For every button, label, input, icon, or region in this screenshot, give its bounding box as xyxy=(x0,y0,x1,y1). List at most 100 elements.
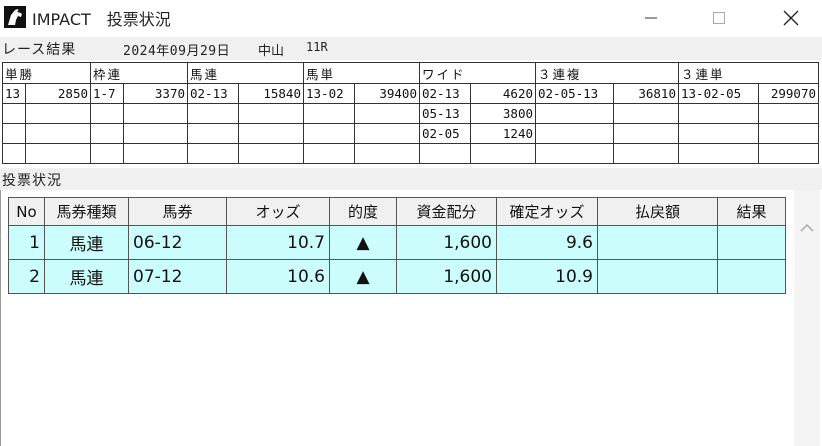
vote-odds: 10.6 xyxy=(226,259,330,294)
column-header-bet-type[interactable]: 馬券種類 xyxy=(44,197,129,226)
result-cell: 1240 xyxy=(470,123,536,144)
result-cell xyxy=(238,103,304,124)
result-cell xyxy=(535,143,614,164)
vote-payout xyxy=(597,225,718,260)
result-cell xyxy=(187,103,239,124)
result-cell xyxy=(354,103,420,124)
result-cell: 02-13 xyxy=(187,83,239,104)
column-header-payout[interactable]: 払戻額 xyxy=(597,197,718,226)
result-cell xyxy=(678,123,759,144)
title-bar[interactable]: IMPACT 投票状況 xyxy=(0,0,822,36)
result-cell xyxy=(535,103,614,124)
column-header-accuracy[interactable]: 的度 xyxy=(329,197,397,226)
result-cell xyxy=(535,123,614,144)
race-result-header: レース結果 2024年09月29日 中山 11R xyxy=(0,37,822,60)
result-cell xyxy=(123,103,188,124)
window-title: IMPACT 投票状況 xyxy=(32,10,171,29)
column-header-final-odds[interactable]: 確定オッズ xyxy=(496,197,598,226)
chevron-up-icon xyxy=(800,223,814,232)
result-cell xyxy=(303,143,355,164)
result-cell: 3800 xyxy=(470,103,536,124)
vote-status-label: 投票状況 xyxy=(2,173,62,189)
vote-no: 1 xyxy=(8,225,45,260)
scroll-up-button[interactable] xyxy=(799,218,815,232)
result-cell: 13 xyxy=(2,83,26,104)
minimize-icon xyxy=(645,17,657,19)
result-cell xyxy=(303,123,355,144)
result-cell xyxy=(187,123,239,144)
minimize-button[interactable] xyxy=(628,0,674,36)
result-header-row: 単勝 枠連 馬連 馬単 ワイド ３連複 ３連単 xyxy=(2,62,819,84)
result-cell: 1-7 xyxy=(90,83,124,104)
result-cell xyxy=(25,143,91,164)
race-result-table: 単勝 枠連 馬連 馬単 ワイド ３連複 ３連単 13 2850 1-7 3370… xyxy=(2,62,819,164)
column-header-allocation[interactable]: 資金配分 xyxy=(396,197,497,226)
result-cell: 36810 xyxy=(613,83,679,104)
table-row[interactable]: 2 馬連 07-12 10.6 ▲ 1,600 10.9 xyxy=(8,259,786,294)
result-cell: 15840 xyxy=(238,83,304,104)
result-cell: 3370 xyxy=(123,83,188,104)
result-cell xyxy=(613,123,679,144)
race-date: 2024年09月29日 xyxy=(123,44,231,59)
vote-final-odds: 10.9 xyxy=(496,259,598,294)
vote-bet-type: 馬連 xyxy=(44,225,129,260)
maximize-button[interactable] xyxy=(696,0,742,36)
horse-head-icon xyxy=(4,6,26,28)
vote-final-odds: 9.6 xyxy=(496,225,598,260)
vote-no: 2 xyxy=(8,259,45,294)
bet-type-wide: ワイド xyxy=(419,62,536,84)
result-cell: 13-02 xyxy=(303,83,355,104)
vote-result xyxy=(717,259,786,294)
vote-allocation: 1,600 xyxy=(396,225,497,260)
column-header-odds[interactable]: オッズ xyxy=(226,197,330,226)
result-cell: 13-02-05 xyxy=(678,83,759,104)
result-cell xyxy=(613,103,679,124)
bet-type-umaren: 馬連 xyxy=(187,62,304,84)
vote-bet-type: 馬連 xyxy=(44,259,129,294)
result-cell: 39400 xyxy=(354,83,420,104)
vote-status-header: 投票状況 xyxy=(0,168,822,190)
result-cell: 02-13 xyxy=(419,83,471,104)
result-cell xyxy=(758,123,819,144)
close-button[interactable] xyxy=(768,0,814,36)
bet-type-tansho: 単勝 xyxy=(2,62,91,84)
result-cell xyxy=(25,123,91,144)
result-cell xyxy=(2,123,26,144)
result-cell xyxy=(25,103,91,124)
vote-ticket: 07-12 xyxy=(128,259,227,294)
result-cell xyxy=(758,103,819,124)
vote-odds: 10.7 xyxy=(226,225,330,260)
column-header-result[interactable]: 結果 xyxy=(717,197,786,226)
result-cell xyxy=(354,143,420,164)
result-cell xyxy=(678,143,759,164)
result-cell: 05-13 xyxy=(419,103,471,124)
result-cell xyxy=(613,143,679,164)
vote-status-table: No 馬券種類 馬券 オッズ 的度 資金配分 確定オッズ 払戻額 結果 1 馬連… xyxy=(8,197,786,294)
result-cell xyxy=(90,143,124,164)
vote-result xyxy=(717,225,786,260)
column-header-no[interactable]: No xyxy=(8,197,45,226)
result-row: 02-05 1240 xyxy=(2,123,819,144)
result-cell xyxy=(123,123,188,144)
vote-allocation: 1,600 xyxy=(396,259,497,294)
result-row: 13 2850 1-7 3370 02-13 15840 13-02 39400… xyxy=(2,83,819,104)
result-cell: 4620 xyxy=(470,83,536,104)
result-cell xyxy=(90,123,124,144)
result-cell xyxy=(187,143,239,164)
vote-header-row: No 馬券種類 馬券 オッズ 的度 資金配分 確定オッズ 払戻額 結果 xyxy=(8,197,786,226)
result-cell xyxy=(238,123,304,144)
vote-ticket: 06-12 xyxy=(128,225,227,260)
race-number: 11R xyxy=(306,40,328,54)
table-row[interactable]: 1 馬連 06-12 10.7 ▲ 1,600 9.6 xyxy=(8,225,786,260)
result-cell xyxy=(303,103,355,124)
column-header-ticket[interactable]: 馬券 xyxy=(128,197,227,226)
result-cell xyxy=(238,143,304,164)
close-icon xyxy=(783,10,799,26)
result-cell xyxy=(470,143,536,164)
result-cell xyxy=(123,143,188,164)
result-row xyxy=(2,143,819,164)
bet-type-wakuren: 枠連 xyxy=(90,62,188,84)
bet-type-sanrentan: ３連単 xyxy=(678,62,819,84)
vote-accuracy: ▲ xyxy=(329,259,397,294)
race-result-label: レース結果 xyxy=(2,42,77,58)
